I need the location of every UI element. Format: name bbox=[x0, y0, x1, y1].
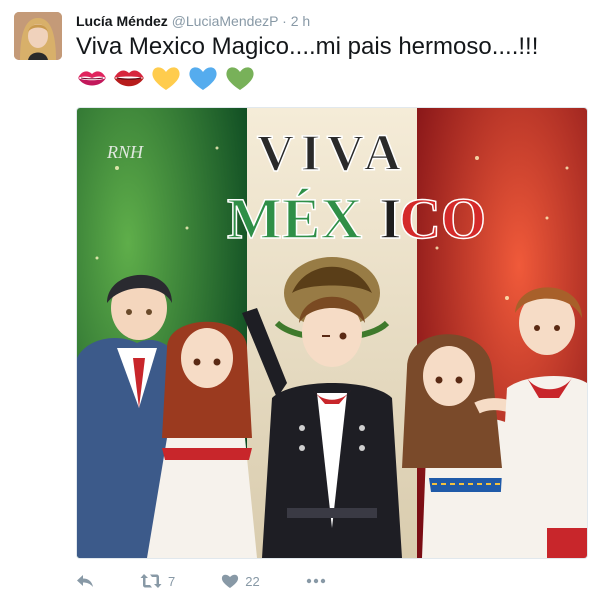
timestamp[interactable]: 2 h bbox=[291, 13, 310, 29]
retweet-count: 7 bbox=[168, 573, 176, 589]
title-viva: VIVA bbox=[257, 125, 407, 182]
retweet-button[interactable]: 7 bbox=[140, 573, 175, 589]
title-co: CO bbox=[399, 186, 486, 251]
like-button[interactable]: 22 bbox=[221, 573, 260, 589]
artist-signature: RNH bbox=[106, 142, 144, 162]
blue-heart-icon bbox=[189, 67, 217, 90]
title-mex: MÉX bbox=[227, 186, 362, 251]
retweet-icon bbox=[140, 574, 162, 588]
more-icon bbox=[306, 578, 325, 584]
reply-button[interactable] bbox=[76, 573, 94, 589]
like-count: 22 bbox=[245, 573, 260, 589]
reply-icon bbox=[77, 575, 93, 587]
user-handle[interactable]: @LuciaMendezP bbox=[172, 13, 279, 29]
tweet-text: Viva Mexico Magico....mi pais hermoso...… bbox=[76, 33, 539, 60]
lips-icon bbox=[114, 70, 144, 87]
green-heart-icon bbox=[226, 67, 254, 90]
tweet: Lucía Méndez @LuciaMendezP · 2 h Viva Me… bbox=[0, 0, 600, 598]
yellow-heart-icon bbox=[152, 67, 180, 90]
separator: · bbox=[282, 13, 287, 29]
user-name[interactable]: Lucía Méndez bbox=[76, 13, 168, 29]
kiss-mark-icon bbox=[78, 71, 106, 86]
heart-icon bbox=[222, 574, 239, 588]
emoji-row bbox=[76, 64, 256, 92]
avatar[interactable] bbox=[14, 12, 62, 60]
tweet-image[interactable]: RNH VIVA MÉX I CO bbox=[76, 107, 588, 559]
more-button[interactable] bbox=[306, 578, 326, 584]
tweet-header: Lucía Méndez @LuciaMendezP · 2 h bbox=[76, 12, 310, 30]
tweet-actions: 7 22 bbox=[76, 571, 372, 591]
